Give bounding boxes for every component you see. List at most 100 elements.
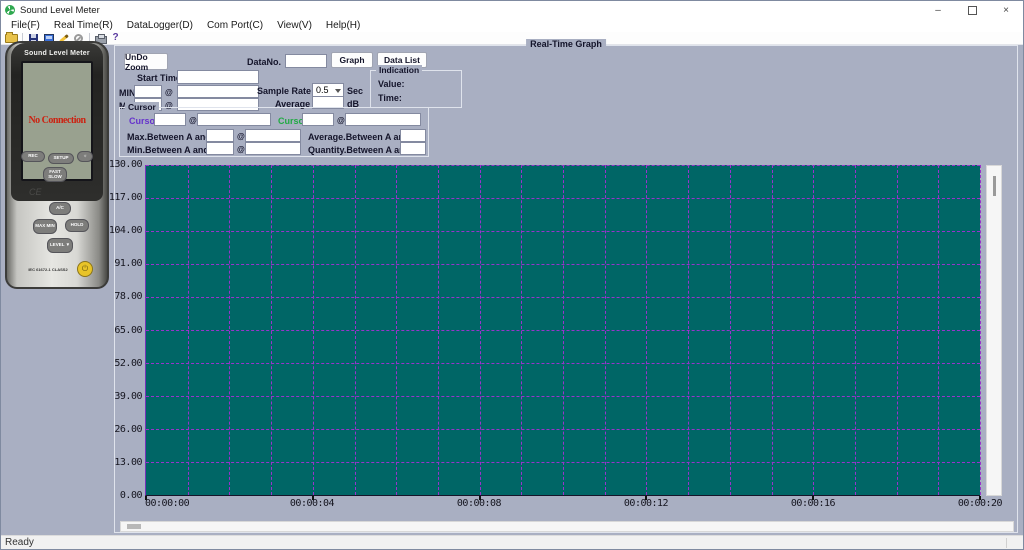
chart-horizontal-gridline	[146, 363, 980, 364]
cursor-a-time-field[interactable]	[197, 113, 271, 126]
device-rec-button: REC	[21, 151, 45, 162]
window-title: Sound Level Meter	[20, 5, 100, 16]
undo-zoom-button[interactable]: UnDo Zoom	[124, 53, 168, 70]
indication-group: Indication Value: Time:	[370, 70, 462, 108]
ce-mark: CE	[29, 187, 42, 197]
cursor-a-at-label: @	[189, 116, 197, 125]
x-axis-tick-label: 00:00:04	[290, 498, 334, 509]
y-axis-tick-label: 65.00	[114, 325, 142, 336]
y-axis-tick-label: 52.00	[114, 358, 142, 369]
menu-datalogger[interactable]: DataLogger(D)	[120, 20, 200, 31]
y-axis-tick-label: 13.00	[114, 457, 142, 468]
y-axis-tick-label: 39.00	[114, 391, 142, 402]
min-time-field[interactable]	[177, 85, 259, 98]
x-axis-tick-label: 00:00:00	[145, 498, 189, 509]
device-brand-label: Sound Level Meter	[11, 50, 103, 57]
menu-help[interactable]: Help(H)	[319, 20, 367, 31]
x-axis-tick-label: 00:00:20	[958, 498, 1002, 509]
sample-rate-value: 0.5	[316, 85, 329, 95]
chart-horizontal-gridline	[146, 198, 980, 199]
sound-level-meter-image: Sound Level Meter No Connection REC SETU…	[5, 41, 109, 289]
maximize-button[interactable]	[955, 1, 989, 19]
min-at-label: @	[165, 88, 173, 97]
device-fast-slow-button: FAST SLOW	[43, 167, 67, 182]
chart-horizontal-gridline	[146, 429, 980, 430]
y-axis-tick-label: 0.00	[120, 490, 142, 501]
device-max-min-button: MAX MIN	[33, 219, 57, 234]
status-text: Ready	[5, 537, 34, 548]
device-power-button: ⏻	[77, 261, 93, 277]
device-setup-button: SETUP	[48, 153, 74, 164]
x-axis-tick-label: 00:00:16	[791, 498, 835, 509]
close-button[interactable]: ×	[989, 1, 1023, 19]
cursor-b-time-field[interactable]	[345, 113, 421, 126]
min-value-field[interactable]	[134, 85, 162, 98]
sample-rate-label: Sample Rate	[257, 86, 311, 96]
maximize-icon	[968, 6, 977, 15]
menu-com-port[interactable]: Com Port(C)	[200, 20, 270, 31]
min-between-value-field[interactable]	[206, 142, 234, 155]
device-hold-button: HOLD	[65, 219, 89, 232]
y-axis-tick-label: 104.00	[109, 225, 142, 236]
y-axis-tick-label: 91.00	[114, 258, 142, 269]
y-axis-tick-label: 78.00	[114, 291, 142, 302]
device-backlight-button: ☼	[77, 151, 93, 162]
menu-view[interactable]: View(V)	[270, 20, 319, 31]
cursor-title: Cursor	[125, 102, 159, 112]
x-axis-tick-label: 00:00:08	[457, 498, 501, 509]
indication-value-label: Value:	[378, 79, 405, 89]
menu-file[interactable]: File(F)	[4, 20, 47, 31]
minimize-button[interactable]: –	[921, 1, 955, 19]
horizontal-scrollbar-thumb[interactable]	[127, 524, 141, 529]
chart-x-axis: 00:00:00 00:00:04 00:00:08 00:00:12 00:00:16…	[145, 498, 980, 510]
device-ac-button: A/C	[49, 202, 71, 215]
max-between-at-label: @	[237, 132, 245, 141]
avg-between-field[interactable]	[400, 129, 426, 142]
y-axis-tick-label: 26.00	[114, 424, 142, 435]
graph-button[interactable]: Graph	[331, 52, 373, 68]
data-no-field[interactable]	[285, 54, 327, 68]
help-button[interactable]: ?	[108, 32, 123, 44]
chart-y-axis: 130.00117.00104.0091.0078.0065.0052.0039…	[115, 165, 143, 496]
cursor-b-at-label: @	[337, 116, 345, 125]
min-between-time-field[interactable]	[245, 142, 301, 155]
chart-horizontal-gridline	[146, 462, 980, 463]
chart-horizontal-gridline	[146, 231, 980, 232]
no-connection-text: No Connection	[23, 115, 91, 126]
vertical-scrollbar-thumb[interactable]	[993, 176, 996, 196]
question-mark-icon: ?	[112, 33, 118, 43]
min-between-label: Min.Between A and B	[127, 145, 218, 155]
menu-bar: File(F) Real Time(R) DataLogger(D) Com P…	[1, 19, 1023, 32]
sec-label: Sec	[347, 86, 363, 96]
menu-real-time[interactable]: Real Time(R)	[47, 20, 120, 31]
start-time-label: Start Time	[137, 73, 181, 83]
status-separator	[1006, 538, 1007, 548]
real-time-graph-panel: Real-Time Graph UnDo Zoom DataNo. Graph …	[114, 45, 1018, 533]
cursor-group: Cursor CursorA @ CursorB @ Max.Between A…	[119, 107, 429, 157]
device-level-button: LEVEL ▼	[47, 238, 73, 253]
start-time-field[interactable]	[177, 70, 259, 84]
title-bar: Sound Level Meter – ×	[1, 1, 1023, 19]
sample-rate-select[interactable]: 0.5	[312, 83, 344, 97]
chart-horizontal-gridline	[146, 264, 980, 265]
x-axis-tick-label: 00:00:12	[624, 498, 668, 509]
indication-title: Indication	[376, 65, 422, 75]
qty-between-field[interactable]	[400, 142, 426, 155]
cursor-b-value-field[interactable]	[302, 113, 334, 126]
chart-vertical-gridline	[980, 165, 981, 495]
chart-horizontal-gridline	[146, 297, 980, 298]
chart-horizontal-gridline	[146, 165, 980, 166]
indication-time-label: Time:	[378, 93, 402, 103]
data-no-label: DataNo.	[247, 57, 281, 67]
chart-horizontal-gridline	[146, 330, 980, 331]
toolbar: ?	[1, 32, 1023, 45]
status-bar: Ready	[1, 535, 1023, 549]
vertical-scrollbar[interactable]	[986, 165, 1002, 496]
horizontal-scrollbar[interactable]	[120, 521, 1014, 532]
cursor-a-value-field[interactable]	[154, 113, 186, 126]
chart-plot[interactable]	[145, 165, 980, 496]
panel-title: Real-Time Graph	[526, 39, 606, 49]
max-between-value-field[interactable]	[206, 129, 234, 142]
min-between-at-label: @	[237, 145, 245, 154]
max-between-time-field[interactable]	[245, 129, 301, 142]
